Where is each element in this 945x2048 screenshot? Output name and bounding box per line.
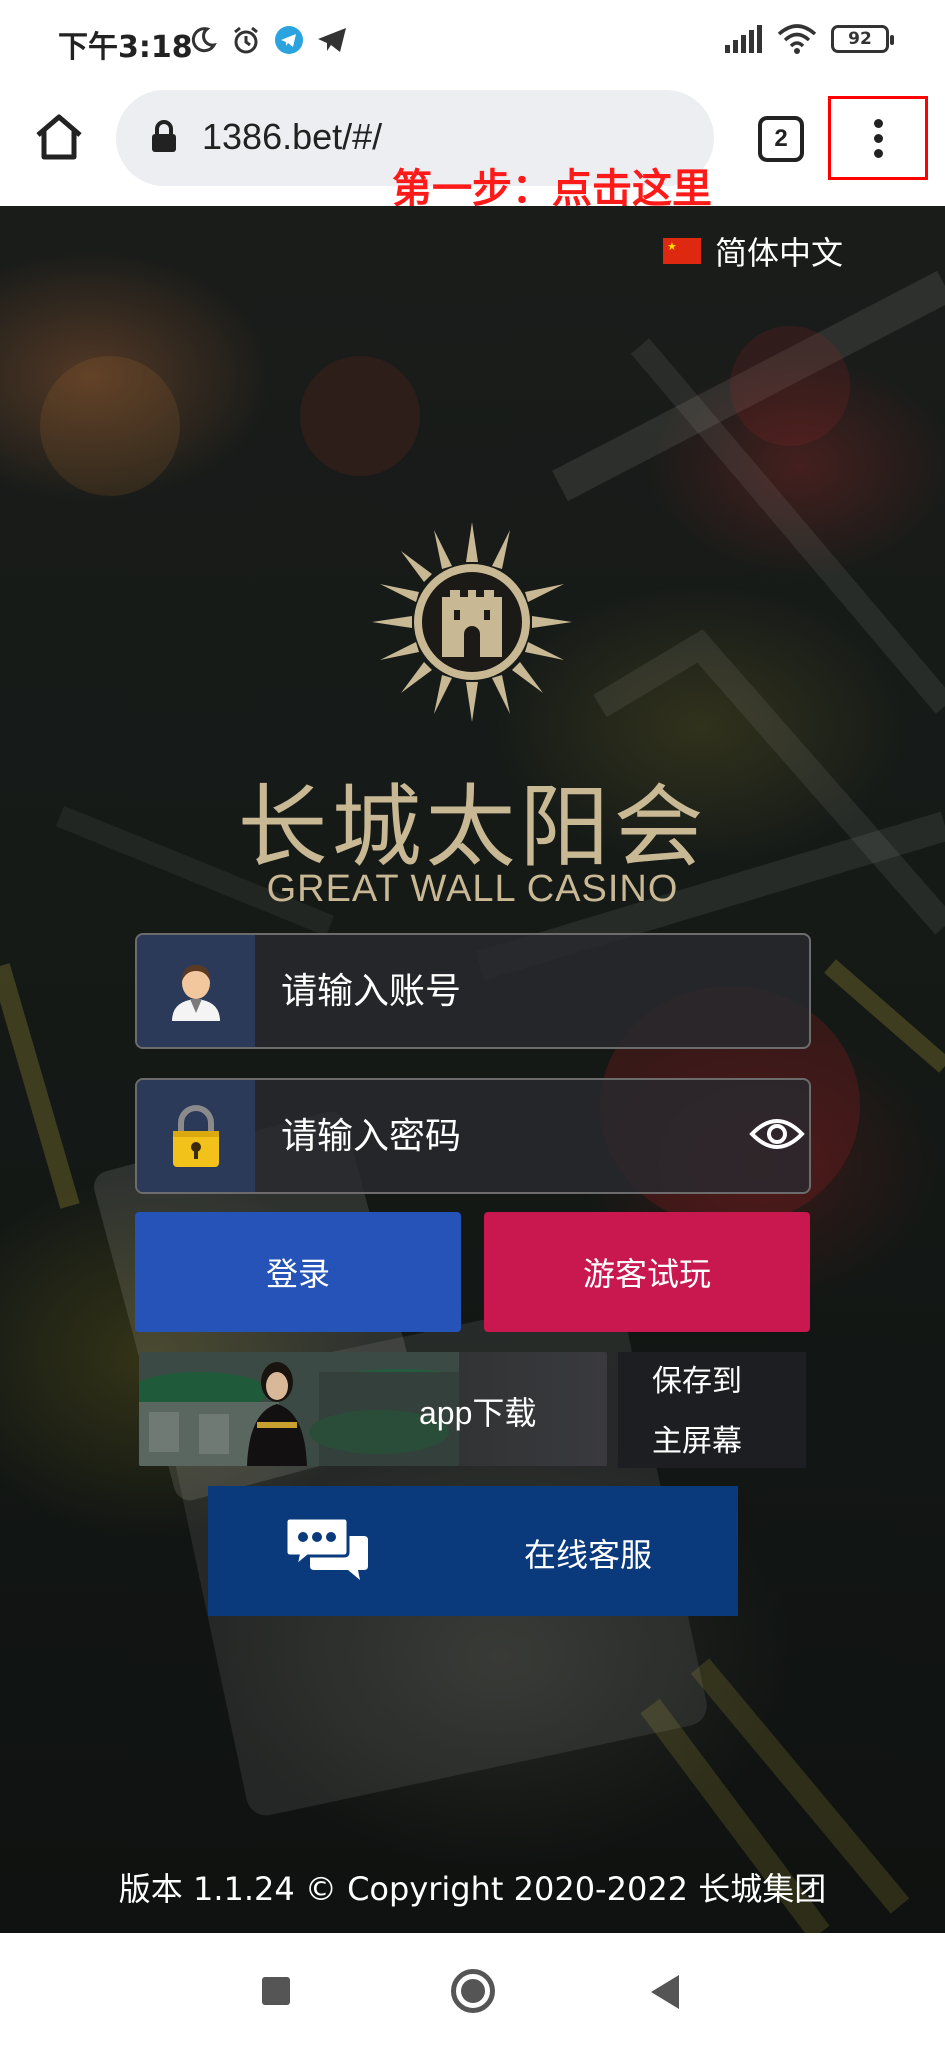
username-input[interactable]	[255, 935, 795, 1047]
online-support-label: 在线客服	[524, 1536, 653, 1574]
menu-dot	[873, 133, 883, 143]
login-button[interactable]: 登录	[135, 1212, 461, 1332]
save-to-homescreen-button[interactable]: 保存到 主屏幕	[618, 1352, 806, 1468]
battery-icon: 92	[831, 25, 894, 53]
menu-dot	[873, 148, 883, 158]
password-input[interactable]	[255, 1080, 795, 1192]
online-support-button[interactable]: 在线客服	[208, 1486, 738, 1616]
home-icon	[36, 114, 82, 160]
telegram-icon	[275, 26, 303, 54]
nav-home-button[interactable]	[451, 1969, 495, 2013]
status-icons-left	[188, 24, 348, 56]
save-home-line2: 主屏幕	[652, 1424, 742, 1459]
lock-icon	[152, 120, 176, 152]
menu-button[interactable]	[828, 96, 928, 180]
app-download-button[interactable]: app下载	[139, 1352, 607, 1466]
guest-play-button[interactable]: 游客试玩	[484, 1212, 810, 1332]
save-home-line1: 保存到	[652, 1364, 742, 1399]
china-flag-icon: ★	[662, 238, 701, 264]
back-button[interactable]	[651, 1975, 679, 2009]
moon-icon	[191, 27, 217, 53]
language-switch[interactable]: ★ 简体中文	[662, 228, 843, 274]
padlock-icon	[137, 1080, 255, 1192]
dealer-photo	[139, 1352, 459, 1466]
web-page: ★ 简体中文 长城太阳会 GREAT WALL CASINO 请输入账号 登录 …	[0, 206, 945, 1933]
chat-bubbles-icon	[286, 1516, 368, 1580]
alarm-icon	[234, 26, 258, 54]
user-avatar-icon	[137, 935, 255, 1047]
footer-copyright: 版本 1.1.24 © Copyright 2020-2022 长城集团	[118, 1870, 827, 1908]
background-casino-table	[0, 270, 945, 1933]
brand-title: 长城太阳会	[237, 775, 708, 880]
recent-apps-button[interactable]	[262, 1977, 290, 2005]
android-nav-bar	[0, 1933, 945, 2048]
menu-dot	[873, 118, 883, 128]
home-button[interactable]	[30, 108, 88, 166]
language-label: 简体中文	[714, 234, 843, 272]
signal-icon	[725, 25, 762, 53]
tab-switcher-button[interactable]: 2	[758, 116, 804, 162]
sun-castle-logo	[372, 522, 572, 722]
status-icons-right: 92	[725, 24, 894, 54]
app-download-label: app下载	[419, 1395, 537, 1431]
wifi-icon	[777, 24, 817, 54]
browser-toolbar: 1386.bet/#/ 2 第一步：点击这里	[0, 84, 945, 212]
password-field	[135, 1078, 811, 1194]
status-time: 下午3:18	[58, 30, 193, 65]
brand-subtitle: GREAT WALL CASINO	[266, 868, 679, 910]
status-bar: 下午3:18 92	[0, 0, 945, 84]
url-text: 1386.bet/#/	[202, 116, 383, 157]
eye-icon[interactable]	[749, 1114, 805, 1154]
username-field	[135, 933, 811, 1049]
send-icon	[318, 28, 346, 52]
